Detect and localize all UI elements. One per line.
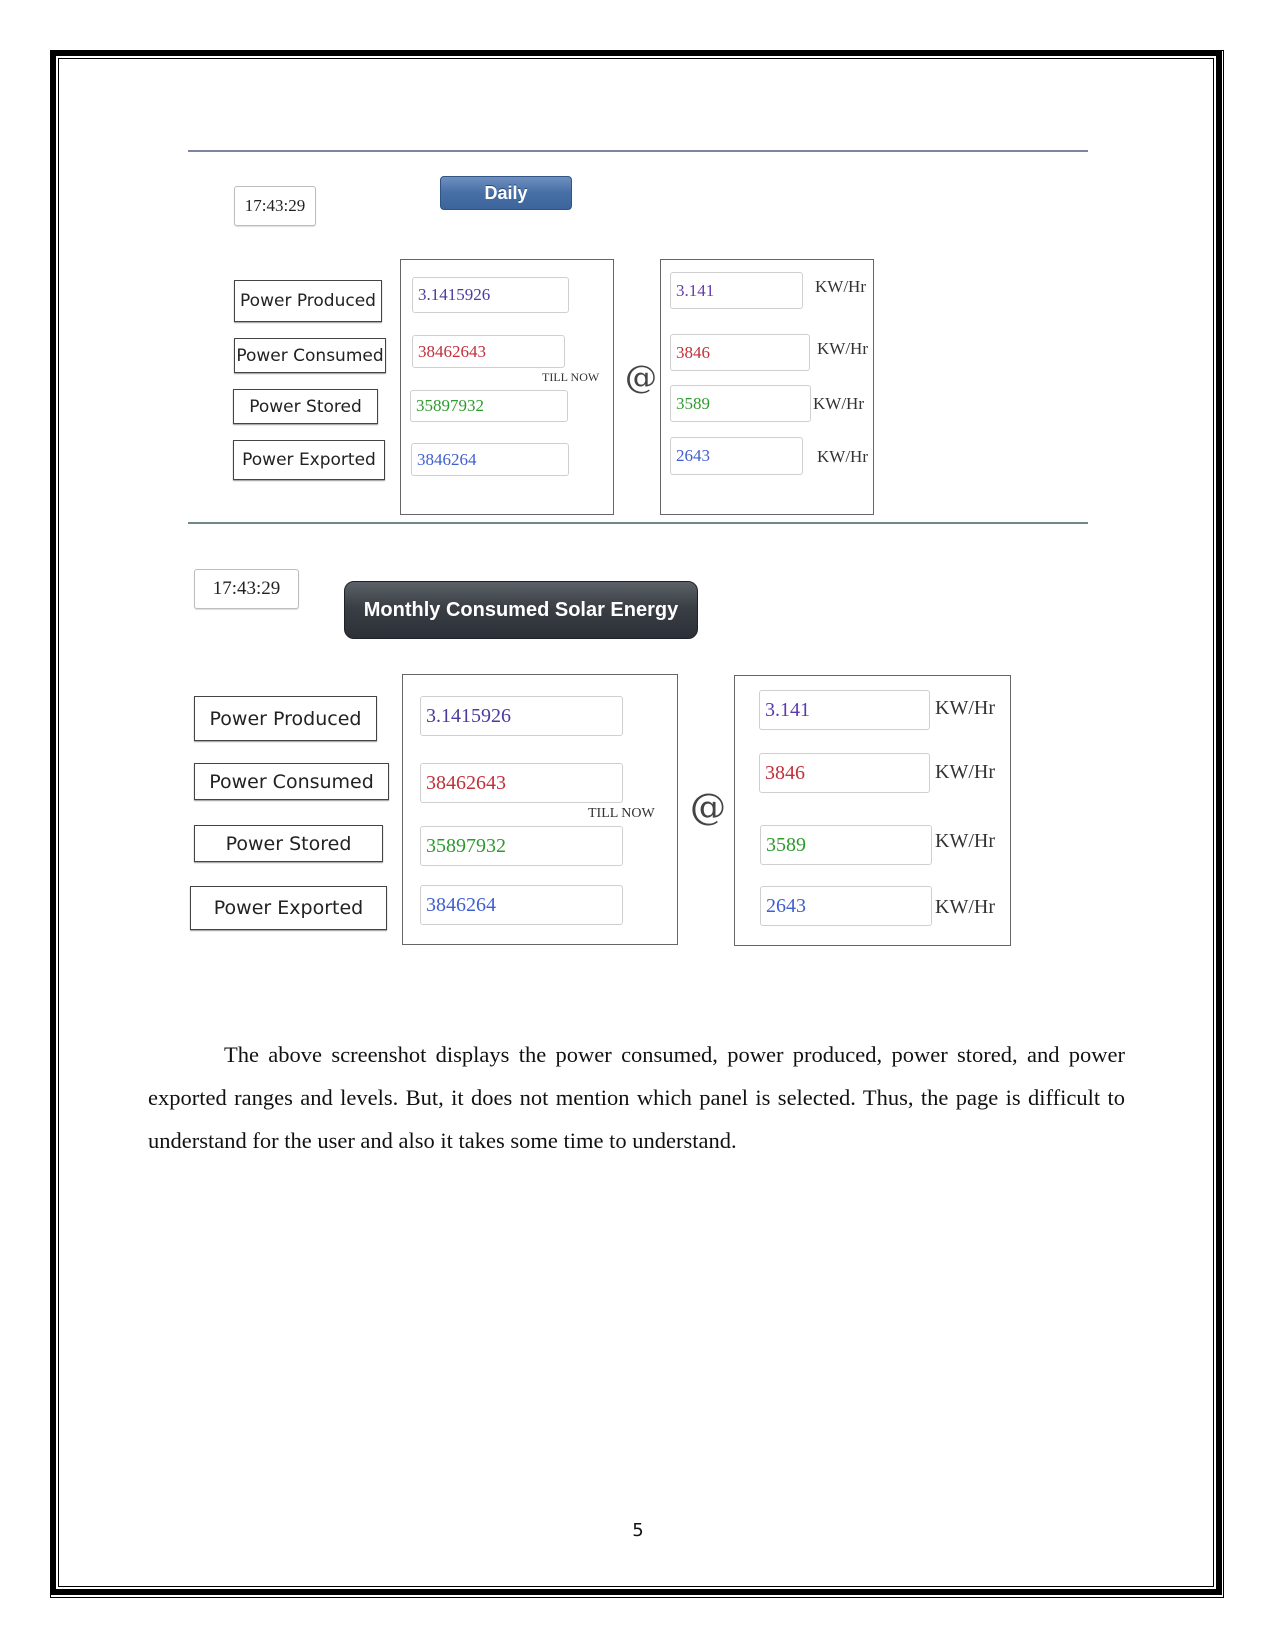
label-power-stored: Power Stored [233, 389, 378, 424]
label-power-stored: Power Stored [194, 825, 383, 862]
daily-unit-produced: KW/Hr [815, 277, 866, 296]
daily-total-stored-field[interactable]: 35897932 [410, 390, 568, 422]
monthly-rate-consumed-field[interactable]: 3846 [759, 753, 930, 793]
bottom-divider [188, 522, 1088, 524]
daily-button[interactable]: Daily [440, 176, 572, 210]
monthly-unit-exported: KW/Hr [935, 896, 995, 918]
monthly-consumed-solar-energy-button[interactable]: Monthly Consumed Solar Energy [344, 581, 698, 639]
daily-total-exported-field[interactable]: 3846264 [411, 443, 569, 476]
body-paragraph: The above screenshot displays the power … [148, 1042, 1125, 1153]
daily-till-now-label: TILL NOW [542, 370, 600, 384]
monthly-total-consumed-field[interactable]: 38462643 [420, 763, 623, 803]
page-number: 5 [632, 1520, 644, 1541]
label-power-exported: Power Exported [190, 886, 387, 930]
monthly-total-stored-field[interactable]: 35897932 [420, 826, 623, 866]
daily-rate-consumed-field[interactable]: 3846 [670, 334, 810, 371]
daily-total-produced-field[interactable]: 3.1415926 [412, 277, 569, 313]
daily-time-display: 17:43:29 [234, 186, 316, 226]
daily-unit-exported: KW/Hr [817, 447, 868, 466]
daily-at-symbol: @ [625, 358, 657, 396]
monthly-total-exported-field[interactable]: 3846264 [420, 885, 623, 925]
label-power-consumed: Power Consumed [194, 763, 389, 800]
monthly-rate-produced-field[interactable]: 3.141 [759, 690, 930, 730]
monthly-unit-consumed: KW/Hr [935, 761, 995, 783]
monthly-rate-exported-field[interactable]: 2643 [760, 886, 932, 926]
monthly-rate-stored-field[interactable]: 3589 [760, 825, 932, 865]
monthly-till-now-label: TILL NOW [588, 806, 655, 821]
daily-rate-stored-field[interactable]: 3589 [670, 385, 811, 422]
daily-rate-exported-field[interactable]: 2643 [670, 437, 803, 475]
daily-unit-consumed: KW/Hr [817, 339, 868, 358]
label-power-produced: Power Produced [234, 280, 382, 322]
daily-total-consumed-field[interactable]: 38462643 [412, 335, 565, 368]
label-power-produced: Power Produced [194, 696, 377, 741]
monthly-unit-produced: KW/Hr [935, 697, 995, 719]
label-power-consumed: Power Consumed [234, 338, 386, 373]
daily-unit-stored: KW/Hr [813, 394, 864, 413]
label-power-exported: Power Exported [233, 440, 385, 480]
monthly-at-symbol: @ [690, 787, 726, 828]
daily-rate-produced-field[interactable]: 3.141 [670, 272, 803, 309]
monthly-unit-stored: KW/Hr [935, 830, 995, 852]
monthly-time-display: 17:43:29 [194, 569, 299, 609]
monthly-total-produced-field[interactable]: 3.1415926 [420, 696, 623, 736]
top-divider [188, 150, 1088, 152]
